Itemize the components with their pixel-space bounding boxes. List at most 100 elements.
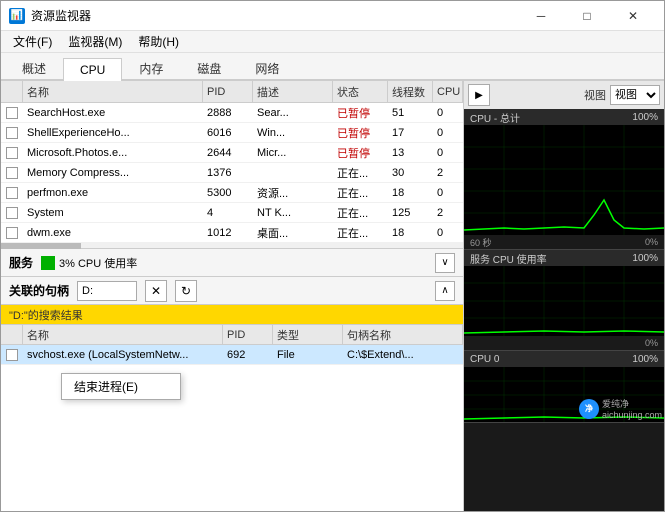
cell-pid: 1376 — [203, 163, 253, 182]
graph-nav-button[interactable]: ▶ — [468, 84, 490, 106]
graph-block-service-cpu: 服务 CPU 使用率 100% — [464, 250, 664, 351]
menu-help[interactable]: 帮助(H) — [130, 31, 187, 52]
handles-col-handle[interactable]: 句柄名称 — [343, 325, 463, 344]
col-cpu[interactable]: CPU — [433, 81, 463, 102]
watermark-text: 爱纯净aichunjing.com — [602, 397, 662, 420]
menu-file[interactable]: 文件(F) — [5, 31, 60, 52]
tab-cpu[interactable]: CPU — [63, 58, 122, 81]
col-desc[interactable]: 描述 — [253, 81, 333, 102]
graph-time-row-service: 0% — [464, 336, 664, 350]
graph-label-row-service: 服务 CPU 使用率 100% — [464, 250, 664, 266]
row-checkbox[interactable] — [6, 107, 18, 119]
cell-status: 正在... — [333, 163, 388, 182]
graph-label: CPU - 总计 — [470, 110, 520, 125]
service-label: 服务 — [9, 254, 33, 271]
handles-table-row[interactable]: svchost.exe (LocalSystemNetw... 692 File… — [1, 345, 463, 365]
graph-canvas-service — [464, 266, 664, 336]
row-checkbox[interactable] — [6, 227, 18, 239]
cell-pid: 2644 — [203, 143, 253, 162]
handles-col-pid[interactable]: PID — [223, 325, 273, 344]
watermark: 净 爱纯净aichunjing.com — [579, 397, 662, 420]
close-button[interactable]: ✕ — [610, 1, 656, 31]
handles-expand-button[interactable]: ∧ — [435, 281, 455, 301]
table-row[interactable]: perfmon.exe 5300 资源... 正在... 18 0 — [1, 183, 463, 203]
handles-col-type[interactable]: 类型 — [273, 325, 343, 344]
cell-desc: 资源... — [253, 183, 333, 202]
process-table-body: SearchHost.exe 2888 Sear... 已暂停 51 0 She… — [1, 103, 463, 243]
tab-disk[interactable]: 磁盘 — [180, 55, 238, 81]
handles-search-input[interactable] — [77, 281, 137, 301]
row-checkbox[interactable] — [6, 167, 18, 179]
context-menu: 结束进程(E) — [61, 373, 181, 400]
cell-threads: 51 — [388, 103, 433, 122]
service-bar: 服务 3% CPU 使用率 ∨ — [1, 249, 463, 277]
minimize-button[interactable]: ─ — [518, 1, 564, 31]
handles-title: 关联的句柄 — [9, 282, 69, 299]
cell-name: Memory Compress... — [23, 163, 203, 182]
graph-label-row-cpu0: CPU 0 100% — [464, 351, 664, 367]
cell-name: ShellExperienceHo... — [23, 123, 203, 142]
cell-status: 已暂停 — [333, 103, 388, 122]
tab-network[interactable]: 网络 — [238, 55, 296, 81]
maximize-button[interactable]: □ — [564, 1, 610, 31]
graph-label-row: CPU - 总计 100% — [464, 109, 664, 125]
scroll-area — [1, 243, 463, 249]
handles-header: 关联的句柄 ✕ ↻ ∧ — [1, 277, 463, 305]
row-checkbox[interactable] — [6, 207, 18, 219]
title-bar: 📊 资源监视器 ─ □ ✕ — [1, 1, 664, 31]
table-row[interactable]: ShellExperienceHo... 6016 Win... 已暂停 17 … — [1, 123, 463, 143]
menu-monitor[interactable]: 监视器(M) — [60, 31, 130, 52]
cell-name: System — [23, 203, 203, 222]
main-window: 📊 资源监视器 ─ □ ✕ 文件(F) 监视器(M) 帮助(H) 概述 CPU … — [0, 0, 665, 512]
cell-pid: 2888 — [203, 103, 253, 122]
col-check — [1, 81, 23, 102]
table-row[interactable]: Microsoft.Photos.e... 2644 Micr... 已暂停 1… — [1, 143, 463, 163]
cell-pid: 5300 — [203, 183, 253, 202]
cell-desc: Micr... — [253, 143, 333, 162]
col-threads[interactable]: 线程数 — [388, 81, 433, 102]
search-go-button[interactable]: ↻ — [175, 280, 197, 302]
tab-memory[interactable]: 内存 — [122, 55, 180, 81]
service-expand-button[interactable]: ∨ — [435, 253, 455, 273]
col-status[interactable]: 状态 — [333, 81, 388, 102]
graph-block-cpu-total: CPU - 总计 100% — [464, 109, 664, 250]
graph-time-row: 60 秒 0% — [464, 235, 664, 249]
cell-cpu: 0 — [433, 143, 463, 162]
view-dropdown[interactable]: 视图 — [610, 85, 660, 105]
handles-cell-type: File — [273, 345, 343, 364]
table-row[interactable]: SearchHost.exe 2888 Sear... 已暂停 51 0 — [1, 103, 463, 123]
graph-canvas-cpu — [464, 125, 664, 235]
search-clear-button[interactable]: ✕ — [145, 280, 167, 302]
context-menu-end-process[interactable]: 结束进程(E) — [62, 374, 180, 399]
handles-cell-name: svchost.exe (LocalSystemNetw... — [23, 345, 223, 364]
cell-name: Microsoft.Photos.e... — [23, 143, 203, 162]
handles-col-name[interactable]: 名称 — [23, 325, 223, 344]
row-checkbox[interactable] — [6, 147, 18, 159]
cell-status: 已暂停 — [333, 143, 388, 162]
graph-time-label: 60 秒 — [470, 236, 492, 249]
col-pid[interactable]: PID — [203, 81, 253, 102]
row-checkbox[interactable] — [6, 127, 18, 139]
col-name[interactable]: 名称 — [23, 81, 203, 102]
cell-cpu: 0 — [433, 103, 463, 122]
table-row[interactable]: Memory Compress... 1376 正在... 30 2 — [1, 163, 463, 183]
graph-block-cpu0: CPU 0 100% — [464, 351, 664, 423]
handles-section: 关联的句柄 ✕ ↻ ∧ "D:"的搜索结果 名称 PID 类型 句柄名称 — [1, 277, 463, 511]
scroll-thumb[interactable] — [1, 243, 81, 249]
row-checkbox[interactable] — [6, 349, 18, 361]
table-row[interactable]: dwm.exe 1012 桌面... 正在... 18 0 — [1, 223, 463, 243]
table-row[interactable]: System 4 NT K... 正在... 125 2 — [1, 203, 463, 223]
cell-cpu: 0 — [433, 183, 463, 202]
cell-threads: 18 — [388, 223, 433, 242]
row-checkbox[interactable] — [6, 187, 18, 199]
cpu-usage-badge: 3% CPU 使用率 — [41, 255, 137, 271]
cell-cpu: 2 — [433, 203, 463, 222]
handles-cell-handle: C:\$Extend\... — [343, 345, 463, 364]
tab-overview[interactable]: 概述 — [5, 55, 63, 81]
cell-name: dwm.exe — [23, 223, 203, 242]
cell-threads: 125 — [388, 203, 433, 222]
cell-threads: 13 — [388, 143, 433, 162]
cpu-graph-svg — [464, 125, 664, 235]
cell-cpu: 2 — [433, 163, 463, 182]
search-result-bar: "D:"的搜索结果 — [1, 305, 463, 325]
